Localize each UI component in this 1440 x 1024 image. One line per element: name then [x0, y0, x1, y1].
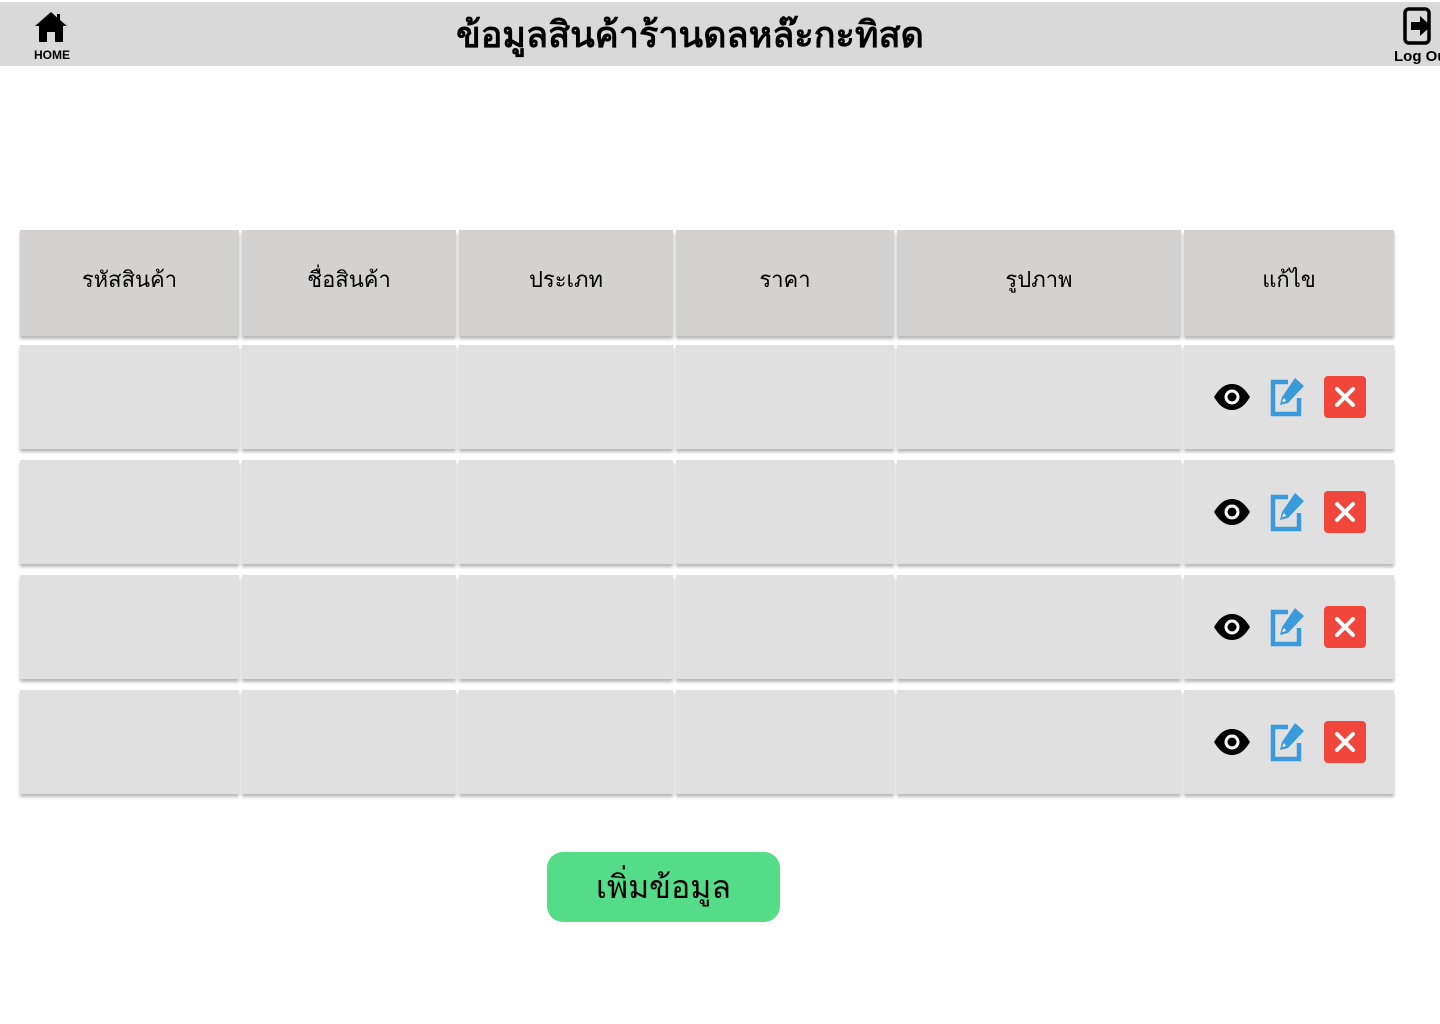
cell-price [676, 345, 894, 449]
view-button[interactable] [1212, 498, 1252, 526]
logout-label: Log Ou [1394, 48, 1440, 65]
cell-category [459, 690, 673, 794]
close-icon [1335, 732, 1355, 752]
column-header-image: รูปภาพ [897, 230, 1181, 336]
table-header-row: รหัสสินค้า ชื่อสินค้า ประเภท ราคา รูปภาพ… [20, 230, 1395, 338]
table-row [20, 345, 1395, 453]
eye-icon [1214, 384, 1250, 410]
logout-button[interactable]: Log Ou [1392, 6, 1440, 66]
close-icon [1335, 387, 1355, 407]
top-bar: HOME ข้อมูลสินค้าร้านดลหล๊ะกะทิสด Log Ou [0, 2, 1440, 66]
row-actions [1184, 460, 1394, 564]
edit-button[interactable] [1268, 721, 1308, 763]
home-button[interactable]: HOME [30, 8, 74, 64]
cell-actions [1184, 460, 1394, 564]
home-label: HOME [34, 48, 70, 62]
cell-category [459, 575, 673, 679]
edit-icon [1270, 378, 1304, 417]
eye-icon [1214, 729, 1250, 755]
cell-product-code [20, 690, 239, 794]
edit-button[interactable] [1268, 491, 1308, 533]
product-table: รหัสสินค้า ชื่อสินค้า ประเภท ราคา รูปภาพ… [20, 230, 1395, 798]
cell-product-name [242, 690, 456, 794]
cell-category [459, 460, 673, 564]
close-icon [1335, 502, 1355, 522]
page-title: ข้อมูลสินค้าร้านดลหล๊ะกะทิสด [456, 15, 924, 56]
cell-product-name [242, 460, 456, 564]
view-button[interactable] [1212, 383, 1252, 411]
eye-icon [1214, 499, 1250, 525]
cell-product-name [242, 345, 456, 449]
column-header-edit: แก้ไข [1184, 230, 1394, 336]
add-data-button[interactable]: เพิ่มข้อมูล [547, 852, 780, 922]
table-row [20, 460, 1395, 568]
cell-image [897, 460, 1181, 564]
column-header-category: ประเภท [459, 230, 673, 336]
edit-icon [1270, 608, 1304, 647]
table-row [20, 690, 1395, 798]
cell-product-name [242, 575, 456, 679]
column-header-product-code: รหัสสินค้า [20, 230, 239, 336]
cell-category [459, 345, 673, 449]
view-button[interactable] [1212, 613, 1252, 641]
delete-button[interactable] [1324, 721, 1366, 763]
edit-icon [1270, 493, 1304, 532]
cell-product-code [20, 460, 239, 564]
cell-price [676, 575, 894, 679]
table-row [20, 575, 1395, 683]
logout-icon [1403, 7, 1431, 45]
close-icon [1335, 617, 1355, 637]
cell-image [897, 575, 1181, 679]
cell-product-code [20, 345, 239, 449]
delete-button[interactable] [1324, 606, 1366, 648]
eye-icon [1214, 614, 1250, 640]
cell-image [897, 690, 1181, 794]
edit-button[interactable] [1268, 376, 1308, 418]
cell-price [676, 460, 894, 564]
row-actions [1184, 575, 1394, 679]
cell-image [897, 345, 1181, 449]
edit-icon [1270, 723, 1304, 762]
delete-button[interactable] [1324, 491, 1366, 533]
home-icon [35, 12, 67, 42]
row-actions [1184, 690, 1394, 794]
column-header-price: ราคา [676, 230, 894, 336]
cell-actions [1184, 345, 1394, 449]
cell-product-code [20, 575, 239, 679]
row-actions [1184, 345, 1394, 449]
view-button[interactable] [1212, 728, 1252, 756]
cell-price [676, 690, 894, 794]
column-header-product-name: ชื่อสินค้า [242, 230, 456, 336]
cell-actions [1184, 575, 1394, 679]
delete-button[interactable] [1324, 376, 1366, 418]
edit-button[interactable] [1268, 606, 1308, 648]
cell-actions [1184, 690, 1394, 794]
